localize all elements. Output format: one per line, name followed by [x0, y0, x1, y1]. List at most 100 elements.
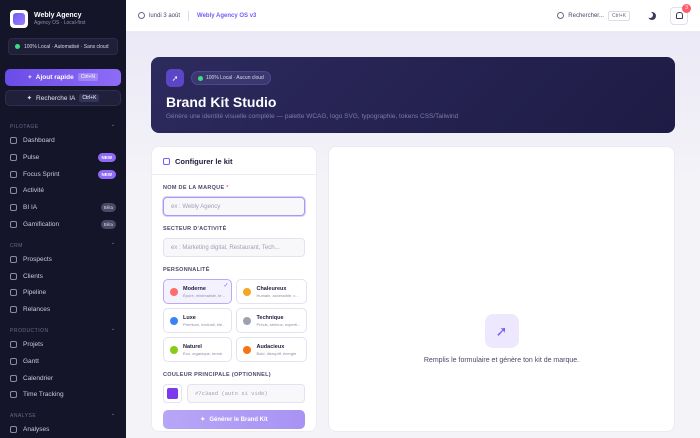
sidebar-item-label: Prospects — [23, 255, 52, 263]
sidebar-item-dashboard[interactable]: Dashboard — [0, 132, 126, 149]
sidebar-item-time-tracking[interactable]: Time Tracking — [0, 386, 126, 403]
sidebar-item-label: Focus Sprint — [23, 170, 60, 178]
status-text: 100% Local · Automatisé · Sans cloud — [24, 43, 109, 50]
sidebar-item-label: Activité — [23, 187, 44, 195]
sidebar-item-calendrier[interactable]: Calendrier — [0, 370, 126, 387]
sidebar-item-analyses[interactable]: Analyses — [0, 421, 126, 438]
new-badge: NEW — [97, 169, 116, 179]
color-hex-input[interactable]: #7c3aed (auto si vide) — [187, 384, 305, 403]
sidebar-item-gamification[interactable]: Gamification Bêta — [0, 216, 126, 233]
gantt-icon — [10, 357, 17, 365]
sidebar-item-label: Time Tracking — [23, 391, 64, 399]
section-pilotage[interactable]: PILOTAGE ⌃ — [0, 122, 126, 132]
sidebar-item-relances[interactable]: Relances — [0, 301, 126, 318]
beta-badge: Bêta — [100, 219, 116, 229]
generate-button[interactable]: ✦ Générer le Brand Kit — [163, 410, 305, 429]
pulse-icon — [10, 153, 17, 161]
sparkle-icon: ✦ — [26, 95, 33, 102]
chevron-up-icon: ⌃ — [110, 243, 116, 250]
personality-card-audacieux[interactable]: Audacieux Bold, disruptif, énergie — [236, 337, 308, 362]
personality-card-chaleureux[interactable]: Chaleureux Humain, accessible, c... — [236, 279, 308, 304]
personality-card-naturel[interactable]: Naturel Éco, organique, terroir — [163, 337, 233, 362]
sector-input[interactable]: ex : Marketing digital, Restaurant, Tech… — [163, 238, 305, 257]
sidebar-item-pipeline[interactable]: Pipeline — [0, 284, 126, 301]
local-pill: 100% Local · Aucun cloud — [191, 71, 271, 85]
card-title: Chaleureux — [256, 285, 287, 292]
section-analyse[interactable]: ANALYSE ⌃ — [0, 411, 126, 421]
personality-card-luxe[interactable]: Luxe Premium, exclusif, élé... — [163, 308, 233, 333]
ai-search-shortcut: Ctrl+K — [79, 94, 100, 102]
personality-card-technique[interactable]: Technique Précis, sérieux, experti... — [236, 308, 308, 333]
sidebar-item-label: Pulse — [23, 153, 40, 161]
app-logo — [10, 10, 28, 28]
content: ➚ 100% Local · Aucun cloud Brand Kit Stu… — [126, 32, 700, 438]
bell-icon — [675, 12, 683, 19]
empty-state-text: Remplis le formulaire et génère ton kit … — [423, 357, 580, 364]
sparkle-icon: ✦ — [200, 417, 206, 423]
section-production[interactable]: PRODUCTION ⌃ — [0, 326, 126, 336]
quick-add-shortcut: Ctrl+N — [77, 73, 99, 82]
personality-card-moderne[interactable]: Moderne Épuré, minimaliste, te... ✓ — [163, 279, 233, 304]
card-desc: Humain, accessible, c... — [256, 292, 299, 298]
page-subtitle: Génère une identité visuelle complète — … — [166, 113, 459, 120]
sidebar-item-focus-sprint[interactable]: Focus Sprint NEW — [0, 166, 126, 183]
chevron-up-icon: ⌃ — [110, 413, 116, 420]
rocket-icon: ➚ — [166, 69, 184, 87]
leaf-icon — [170, 345, 178, 354]
color-picker[interactable] — [163, 384, 182, 403]
sidebar-item-projets[interactable]: Projets — [0, 336, 126, 353]
clock-icon — [138, 12, 145, 19]
diamond-icon — [170, 316, 178, 325]
local-pill-text: 100% Local · Aucun cloud — [206, 75, 264, 81]
card-desc: Bold, disruptif, énergie — [256, 350, 297, 356]
sidebar-item-label: Dashboard — [23, 136, 55, 144]
sidebar-item-gantt[interactable]: Gantt — [0, 353, 126, 370]
brand-name-label: NOM DE LA MARQUE * — [163, 185, 229, 191]
chevron-up-icon: ⌃ — [110, 124, 116, 131]
target-icon — [10, 170, 17, 178]
sidebar-item-label: Clients — [23, 272, 43, 280]
quick-add-button[interactable]: + Ajout rapide Ctrl+N — [5, 69, 121, 86]
ai-search-button[interactable]: ✦ Recherche IA Ctrl+K — [5, 89, 121, 107]
brand-name-input[interactable]: ex : Webly Agency — [163, 197, 305, 216]
pipeline-icon — [10, 289, 17, 297]
sector-label: SECTEUR D'ACTIVITÉ — [163, 226, 227, 232]
analytics-icon — [10, 426, 17, 434]
color-label: COULEUR PRINCIPALE (OPTIONNEL) — [163, 372, 271, 378]
card-title: Technique — [256, 314, 284, 321]
users-icon — [10, 255, 17, 263]
user-check-icon — [10, 272, 17, 280]
card-desc: Précis, sérieux, experti... — [256, 321, 301, 327]
notification-count-badge: 3 — [682, 3, 691, 13]
trophy-icon — [10, 220, 17, 228]
sidebar-item-pulse[interactable]: Pulse NEW — [0, 149, 126, 166]
search-button[interactable]: Rechercher... Ctrl+K — [557, 10, 630, 21]
app-name: Webly Agency — [34, 12, 82, 19]
personality-label: PERSONNALITÉ — [163, 267, 210, 273]
sidebar-item-prospects[interactable]: Prospects — [0, 251, 126, 268]
card-desc: Premium, exclusif, élé... — [183, 321, 226, 327]
generate-label: Générer le Brand Kit — [209, 416, 268, 423]
form-title: Configurer le kit — [175, 157, 233, 166]
section-title: ANALYSE — [10, 413, 37, 420]
sidebar-nav: PILOTAGE ⌃ Dashboard Pulse NEW Focus Spri… — [0, 120, 126, 438]
sidebar-item-clients[interactable]: Clients — [0, 268, 126, 285]
sidebar-item-activite[interactable]: Activité — [0, 182, 126, 199]
moon-icon[interactable] — [648, 12, 656, 20]
sidebar-item-bi-ia[interactable]: BI IA Bêta — [0, 199, 126, 216]
sidebar-item-label: Analyses — [23, 426, 50, 434]
notifications-button[interactable]: 3 — [670, 3, 691, 25]
section-crm[interactable]: CRM ⌃ — [0, 241, 126, 251]
page-title: Brand Kit Studio — [166, 94, 277, 110]
sidebar-item-label: Relances — [23, 306, 51, 314]
brand: Webly Agency Agency OS · Local-first — [0, 0, 126, 34]
config-form: Configurer le kit NOM DE LA MARQUE * ex … — [151, 146, 317, 432]
card-title: Luxe — [183, 314, 196, 321]
chart-icon — [10, 204, 17, 212]
sidebar: Webly Agency Agency OS · Local-first 100… — [0, 0, 126, 438]
hero-banner: ➚ 100% Local · Aucun cloud Brand Kit Stu… — [151, 57, 675, 133]
divider — [188, 10, 190, 21]
breadcrumb[interactable]: Webly Agency OS v3 — [197, 13, 256, 19]
chevron-up-icon: ⌃ — [110, 328, 116, 335]
sidebar-item-label: Gantt — [23, 357, 39, 365]
